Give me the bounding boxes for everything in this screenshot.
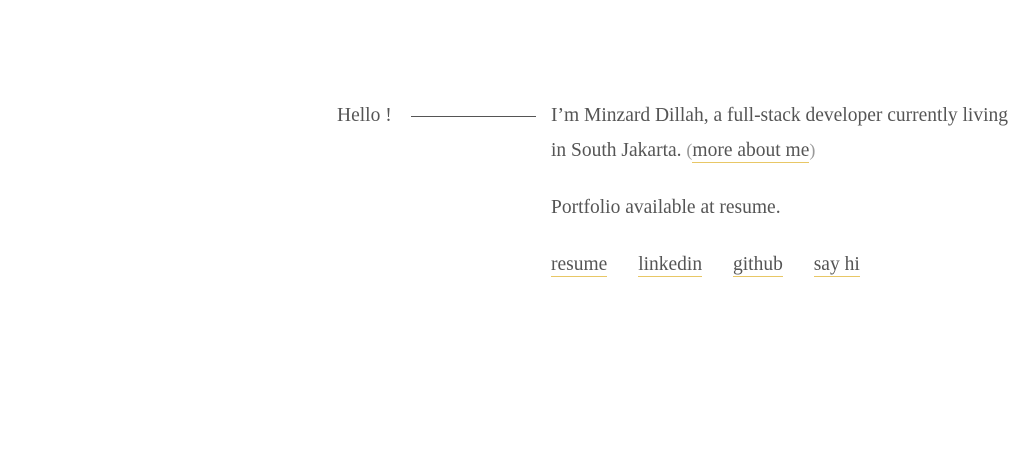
github-link[interactable]: github [732, 254, 783, 277]
say-hi-link[interactable]: say hi [813, 254, 860, 277]
main-content: I’m Minzard Dillah, a full-stack develop… [551, 98, 1011, 282]
more-about-me-link[interactable]: more about me [692, 140, 810, 163]
intro-paragraph: I’m Minzard Dillah, a full-stack develop… [551, 98, 1011, 168]
greeting-divider [411, 116, 536, 117]
social-links: resume linkedin github say hi [551, 247, 1011, 282]
resume-link[interactable]: resume [551, 254, 608, 277]
portfolio-text: Portfolio available at resume. [551, 197, 781, 218]
greeting-text: Hello ! [337, 105, 392, 126]
linkedin-link[interactable]: linkedin [638, 254, 703, 277]
paren-close: ) [809, 140, 816, 160]
